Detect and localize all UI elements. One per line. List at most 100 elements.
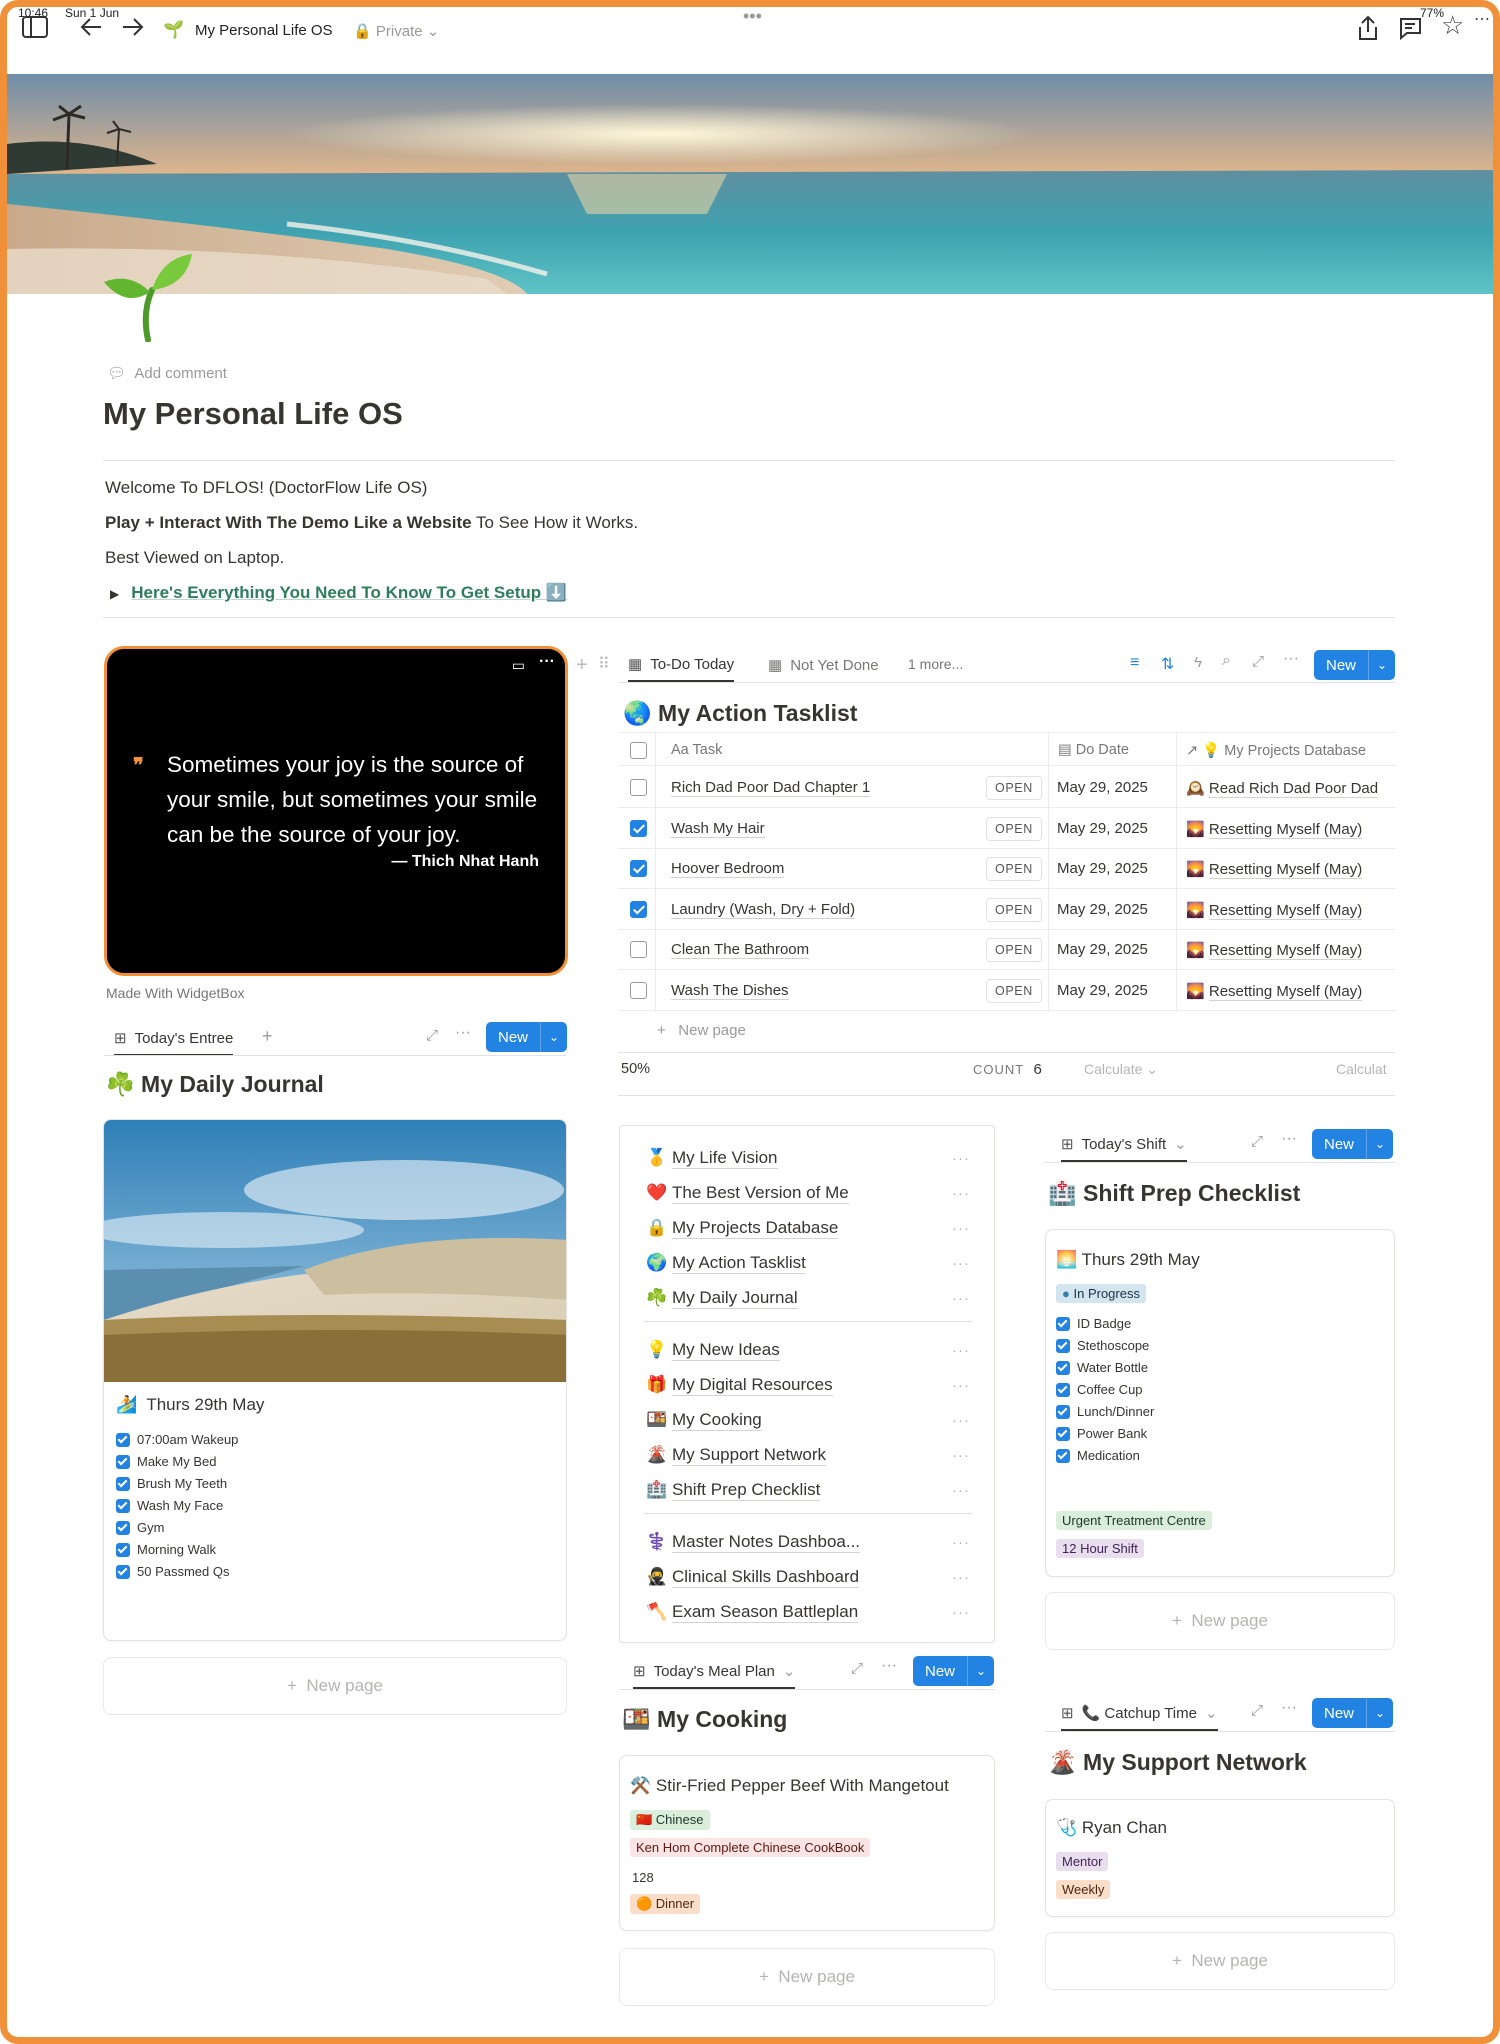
task-project[interactable]: 🕰️ Read Rich Dad Poor Dad (1186, 779, 1379, 798)
checklist-item[interactable]: Make My Bed (116, 1454, 216, 1469)
add-view-icon[interactable]: + (262, 1026, 273, 1047)
checkbox-checked[interactable] (116, 1542, 130, 1557)
task-checkbox[interactable] (630, 941, 647, 958)
task-checkbox[interactable] (630, 860, 647, 877)
support-new-page-button[interactable]: + New page (1045, 1932, 1395, 1990)
tab-catchup-time[interactable]: ⊞ 📞 Catchup Time ⌄ (1061, 1697, 1218, 1731)
chevron-down-icon[interactable]: ⌄ (541, 1030, 567, 1044)
checkbox-checked[interactable] (116, 1564, 130, 1579)
checkbox-checked[interactable] (116, 1454, 130, 1469)
journal-card[interactable]: 🏄 Thurs 29th May 07:00am Wakeup Make My B… (103, 1119, 567, 1641)
checklist-item[interactable]: Lunch/Dinner (1056, 1404, 1154, 1419)
table-row[interactable]: Wash The Dishes OPEN May 29, 2025 🌄 Resetti… (618, 971, 1395, 1011)
nav-link[interactable]: ☘️ My Daily Journal ··· (646, 1283, 969, 1313)
checkbox-checked[interactable] (1056, 1404, 1070, 1419)
share-icon[interactable] (1357, 15, 1379, 46)
checkbox-checked[interactable] (1056, 1426, 1070, 1441)
more-icon[interactable]: ··· (881, 1657, 897, 1675)
cooking-new-button[interactable]: New ⌄ (913, 1656, 995, 1686)
checklist-item[interactable]: Coffee Cup (1056, 1382, 1143, 1397)
task-checkbox[interactable] (630, 981, 647, 999)
item-menu-icon[interactable]: ··· (952, 1220, 970, 1237)
cooking-new-page-button[interactable]: + New page (619, 1948, 995, 2006)
open-button[interactable]: OPEN (986, 978, 1042, 1003)
tasklist-new-button[interactable]: New ⌄ (1314, 650, 1396, 680)
task-checkbox[interactable] (630, 900, 647, 918)
checklist-item[interactable]: ID Badge (1056, 1316, 1131, 1331)
open-button[interactable]: OPEN (986, 857, 1042, 881)
tab-todays-meal-plan[interactable]: ⊞ Today's Meal Plan ⌄ (633, 1655, 796, 1689)
nav-link[interactable]: 🏥 Shift Prep Checklist ··· (646, 1475, 969, 1505)
add-new-page-row[interactable]: + New page (657, 1022, 746, 1039)
table-row[interactable]: Rich Dad Poor Dad Chapter 1 OPEN May 29, 2… (618, 768, 1395, 808)
nav-link[interactable]: 🥷 Clinical Skills Dashboard ··· (646, 1562, 969, 1592)
sidebar-toggle-icon[interactable] (21, 15, 49, 44)
expand-icon[interactable]: ⤢ (1251, 1133, 1263, 1150)
item-menu-icon[interactable]: ··· (952, 1255, 970, 1272)
calculate-dropdown[interactable]: Calculate ⌄ (1084, 1061, 1158, 1078)
tab-to-do-today[interactable]: ▦ To-Do Today (628, 648, 735, 682)
expand-icon[interactable]: ⤢ (1251, 1702, 1263, 1719)
checklist-item[interactable]: Wash My Face (116, 1498, 223, 1513)
more-dots-icon[interactable]: ••• (743, 7, 762, 25)
checkbox-checked[interactable] (116, 1498, 130, 1513)
nav-link[interactable]: 🌍 My Action Tasklist ··· (646, 1248, 969, 1278)
widget-menu-icon[interactable]: ··· (539, 653, 555, 671)
task-checkbox[interactable] (630, 779, 647, 796)
nav-link[interactable]: 🪓 Exam Season Battleplan ··· (646, 1597, 969, 1627)
setup-toggle[interactable]: ▶ Here's Everything You Need To Know To G… (110, 583, 567, 603)
checklist-item[interactable]: Morning Walk (116, 1542, 216, 1557)
item-menu-icon[interactable]: ··· (952, 1604, 970, 1621)
tasklist-title[interactable]: 🌏 My Action Tasklist (623, 700, 857, 727)
checklist-item[interactable]: Power Bank (1056, 1426, 1147, 1441)
open-button[interactable]: OPEN (986, 897, 1042, 922)
contact-card[interactable]: 🩺 Ryan Chan Mentor Weekly (1045, 1799, 1395, 1917)
nav-link[interactable]: 💡 My New Ideas ··· (646, 1335, 969, 1365)
forward-arrow-icon[interactable] (119, 15, 145, 44)
header-task[interactable]: Aa Task (671, 742, 722, 758)
checkbox-checked[interactable] (1056, 1382, 1070, 1397)
privacy-badge[interactable]: 🔒 Private ⌄ (353, 22, 439, 40)
nav-link[interactable]: 🎁 My Digital Resources ··· (646, 1370, 969, 1400)
checkbox-checked[interactable] (116, 1476, 130, 1491)
more-icon[interactable]: ··· (455, 1024, 471, 1042)
favorite-star-icon[interactable]: ☆ (1441, 12, 1464, 38)
item-menu-icon[interactable]: ··· (952, 1342, 970, 1359)
shift-new-page-button[interactable]: + New page (1045, 1592, 1395, 1650)
expand-icon[interactable]: ⤢ (1252, 653, 1264, 670)
checklist-item[interactable]: Stethoscope (1056, 1338, 1149, 1353)
task-name[interactable]: Wash The Dishes (671, 982, 789, 1000)
support-title[interactable]: 🌋 My Support Network (1048, 1749, 1307, 1776)
task-project[interactable]: 🌄 Resetting Myself (May) (1186, 901, 1363, 920)
item-menu-icon[interactable]: ··· (952, 1447, 970, 1464)
recipe-card[interactable]: ⚒️ Stir-Fried Pepper Beef With Mangetout… (619, 1755, 995, 1931)
shift-title[interactable]: 🏥 Shift Prep Checklist (1048, 1180, 1300, 1207)
shift-new-button[interactable]: New ⌄ (1312, 1129, 1394, 1159)
nav-link[interactable]: 🥇 My Life Vision ··· (646, 1143, 969, 1173)
table-row[interactable]: Clean The Bathroom OPEN May 29, 2025 🌄 Rese… (618, 930, 1395, 970)
checklist-item[interactable]: Gym (116, 1520, 164, 1535)
calculate-dropdown-2[interactable]: Calculat (1336, 1061, 1387, 1077)
toggle-triangle-icon[interactable]: ▶ (110, 587, 119, 601)
table-row[interactable]: Hoover Bedroom OPEN May 29, 2025 🌄 Resettin… (618, 849, 1395, 889)
open-button[interactable]: OPEN (986, 776, 1042, 800)
setup-toggle-label[interactable]: Here's Everything You Need To Know To Ge… (131, 583, 567, 602)
tab-todays-shift[interactable]: ⊞ Today's Shift ⌄ (1061, 1128, 1187, 1162)
page-sprout-icon[interactable] (100, 252, 200, 343)
comments-icon[interactable] (1397, 15, 1423, 46)
task-name[interactable]: Rich Dad Poor Dad Chapter 1 (671, 779, 871, 797)
task-checkbox[interactable] (630, 819, 647, 837)
drag-handle-icon[interactable]: ⠿ (598, 654, 610, 674)
open-button[interactable]: OPEN (986, 938, 1042, 962)
item-menu-icon[interactable]: ··· (952, 1569, 970, 1586)
filter-icon[interactable]: ≡ (1130, 654, 1139, 672)
item-menu-icon[interactable]: ··· (952, 1377, 970, 1394)
chevron-down-icon[interactable]: ⌄ (1369, 658, 1395, 672)
more-options-icon[interactable]: ⋯ (1474, 12, 1490, 28)
checklist-item[interactable]: Medication (1056, 1448, 1140, 1463)
expand-icon[interactable]: ⤢ (851, 1660, 863, 1677)
item-menu-icon[interactable]: ··· (952, 1150, 970, 1167)
chevron-down-icon[interactable]: ⌄ (1367, 1706, 1393, 1720)
select-all-checkbox[interactable] (630, 742, 647, 759)
automation-icon[interactable]: ϟ (1194, 654, 1202, 671)
